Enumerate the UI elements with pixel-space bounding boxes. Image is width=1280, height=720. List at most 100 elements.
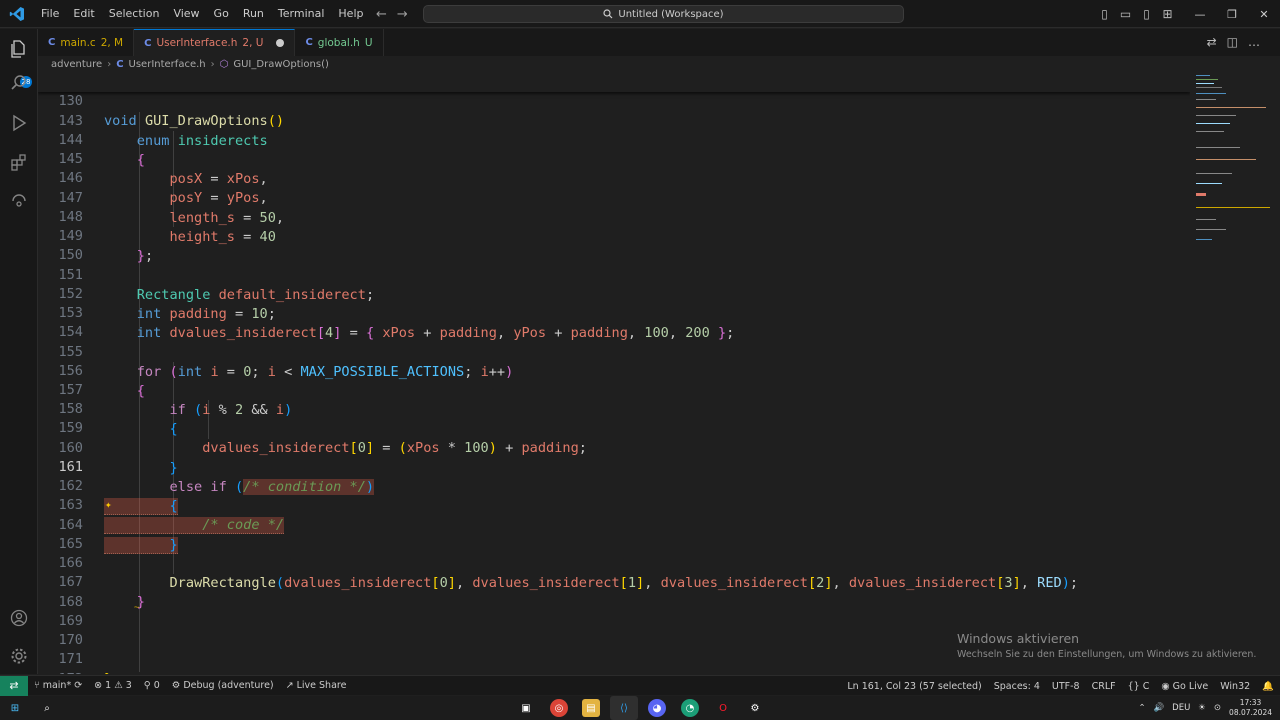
file-explorer-icon[interactable]: ▤ bbox=[582, 699, 600, 717]
code-line-150[interactable]: 150 bbox=[38, 227, 1190, 263]
code-line-151[interactable]: 151 Rectangle default_insiderect; bbox=[38, 247, 1190, 302]
menu-file[interactable]: File bbox=[34, 0, 66, 28]
windows-start-icon[interactable]: ⊞ bbox=[6, 699, 24, 717]
code-line-152[interactable]: 152 int padding = 10; bbox=[38, 266, 1190, 321]
menu-run[interactable]: Run bbox=[236, 0, 271, 28]
code-editor[interactable]: 130 void GUI_DrawOptions() 143 enum insi… bbox=[38, 73, 1190, 674]
remote-indicator-icon[interactable]: ⇄ bbox=[0, 675, 28, 696]
cursor-position[interactable]: Ln 161, Col 23 (57 selected) bbox=[841, 681, 987, 692]
code-line-164[interactable]: 164 } bbox=[38, 497, 1190, 554]
code-line-166[interactable]: 166 DrawRectangle(dvalues_insiderect[0],… bbox=[38, 535, 1190, 590]
tray-overflow-icon[interactable]: ⌃ bbox=[1138, 703, 1145, 713]
go-live-label: Go Live bbox=[1172, 680, 1209, 692]
code-line-160[interactable]: 160 } bbox=[38, 420, 1190, 475]
breadcrumb-file[interactable]: UserInterface.h bbox=[129, 59, 206, 70]
ports-indicator[interactable]: ⚲ 0 bbox=[138, 680, 166, 691]
code-line-148[interactable]: 148 height_s = 40 bbox=[38, 189, 1190, 244]
extensions-icon[interactable] bbox=[7, 150, 31, 174]
lightbulb-icon[interactable]: ✦ bbox=[105, 498, 117, 511]
run-and-debug-icon[interactable] bbox=[7, 111, 31, 135]
sync-icon[interactable]: ⟳ bbox=[74, 680, 82, 691]
source-control-branch[interactable]: ⑂ main* ⟳ bbox=[28, 680, 88, 691]
go-live[interactable]: ◉ Go Live bbox=[1155, 681, 1214, 692]
accounts-icon[interactable] bbox=[7, 606, 31, 630]
forward-arrow-icon[interactable]: → bbox=[397, 7, 408, 22]
code-line-155[interactable]: 155 for (int i = 0; i < MAX_POSSIBLE_ACT… bbox=[38, 324, 1190, 379]
search-view-icon[interactable] bbox=[7, 71, 31, 95]
command-center-search[interactable]: Untitled (Workspace) bbox=[423, 5, 904, 23]
customize-layout-icon[interactable]: ⊞ bbox=[1157, 7, 1178, 21]
code-line-162[interactable]: 162 { bbox=[38, 458, 1190, 515]
breadcrumb-folder[interactable]: adventure bbox=[51, 59, 102, 70]
code-line-146[interactable]: 146 posY = yPos, bbox=[38, 150, 1190, 205]
code-line-167[interactable]: 167 } bbox=[38, 554, 1190, 609]
vertical-scrollbar[interactable] bbox=[1270, 56, 1280, 674]
close-window-button[interactable]: ✕ bbox=[1248, 8, 1280, 21]
language-mode[interactable]: {} C bbox=[1122, 681, 1156, 692]
split-editor-icon[interactable]: ◫ bbox=[1227, 35, 1238, 49]
brightness-icon[interactable]: ☀ bbox=[1198, 703, 1206, 713]
menu-terminal[interactable]: Terminal bbox=[271, 0, 332, 28]
opera-icon[interactable]: O bbox=[714, 699, 732, 717]
code-line-168[interactable]: 168 bbox=[38, 574, 1190, 610]
chrome-icon[interactable]: ◎ bbox=[550, 699, 568, 717]
code-line-158[interactable]: 158 { bbox=[38, 381, 1190, 436]
code-line-157[interactable]: 157 if (i % 2 && i) bbox=[38, 362, 1190, 417]
end-of-line[interactable]: CRLF bbox=[1086, 681, 1122, 692]
minimize-button[interactable]: — bbox=[1184, 8, 1216, 21]
menu-edit[interactable]: Edit bbox=[66, 0, 101, 28]
file-encoding[interactable]: UTF-8 bbox=[1046, 681, 1086, 692]
discord-icon[interactable]: ◕ bbox=[648, 699, 666, 717]
remote-explorer-icon[interactable] bbox=[7, 189, 31, 213]
menu-help[interactable]: Help bbox=[331, 0, 370, 28]
unsaved-dot-icon[interactable] bbox=[276, 39, 285, 47]
code-line-156[interactable]: 156 { bbox=[38, 343, 1190, 398]
menu-selection[interactable]: Selection bbox=[102, 0, 167, 28]
settings-gear-icon[interactable] bbox=[7, 644, 31, 668]
clock[interactable]: 17:33 08.07.2024 bbox=[1229, 698, 1272, 718]
platform[interactable]: Win32 bbox=[1214, 681, 1256, 692]
sticky-scroll-line[interactable]: 130 void GUI_DrawOptions() bbox=[38, 73, 1190, 129]
code-line-154[interactable]: 154 bbox=[38, 304, 1190, 340]
code-line-165[interactable]: 165 bbox=[38, 516, 1190, 552]
steam-icon[interactable]: ⚙ bbox=[746, 699, 764, 717]
code-line-147[interactable]: 147 length_s = 50, bbox=[38, 170, 1190, 225]
toggle-panel-icon[interactable]: ▭ bbox=[1115, 7, 1136, 21]
toggle-secondary-sidebar-icon[interactable]: ▯ bbox=[1136, 7, 1157, 21]
code-line-149[interactable]: 149 }; bbox=[38, 208, 1190, 263]
explorer-icon[interactable] bbox=[7, 37, 31, 61]
tray-lang[interactable]: DEU bbox=[1172, 703, 1190, 713]
code-line-159[interactable]: 159 dvalues_insiderect[0] = (xPos * 100)… bbox=[38, 400, 1190, 455]
error-icon: ⊗ bbox=[94, 680, 103, 691]
code-line-170[interactable]: 170 bbox=[38, 612, 1190, 648]
code-line-169[interactable]: 169 bbox=[38, 593, 1190, 629]
task-view-icon[interactable]: ▣ bbox=[517, 699, 535, 717]
code-line-163[interactable]: 163 /* code */ bbox=[38, 477, 1190, 534]
back-arrow-icon[interactable]: ← bbox=[376, 7, 387, 22]
menu-go[interactable]: Go bbox=[207, 0, 236, 28]
more-actions-icon[interactable]: … bbox=[1248, 35, 1260, 49]
breadcrumb-symbol[interactable]: GUI_DrawOptions() bbox=[233, 59, 329, 70]
taskbar-search-icon[interactable]: ⌕ bbox=[38, 699, 56, 717]
vscode-taskbar-icon[interactable]: ⟨⟩ bbox=[615, 699, 633, 717]
debug-config[interactable]: ⚙ Debug (adventure) bbox=[166, 680, 280, 691]
notifications-bell-icon[interactable]: 🔔 bbox=[1256, 681, 1280, 692]
tab-userinterface-h[interactable]: C UserInterface.h 2, U bbox=[134, 29, 296, 56]
code-line-145[interactable]: 145 posX = xPos, bbox=[38, 131, 1190, 186]
menu-view[interactable]: View bbox=[166, 0, 206, 28]
problems-indicator[interactable]: ⊗ 1 ⚠ 3 bbox=[88, 680, 138, 691]
code-line-153[interactable]: 153 int dvalues_insiderect[4] = { xPos +… bbox=[38, 285, 1190, 340]
toggle-primary-sidebar-icon[interactable]: ▯ bbox=[1094, 7, 1115, 21]
maximize-button[interactable]: ❐ bbox=[1216, 8, 1248, 21]
minimap[interactable] bbox=[1190, 73, 1270, 674]
tab-main-c[interactable]: C main.c 2, M bbox=[38, 29, 135, 56]
indentation[interactable]: Spaces: 4 bbox=[988, 681, 1046, 692]
volume-icon[interactable]: 🔊 bbox=[1154, 703, 1165, 713]
network-icon[interactable]: ⊙ bbox=[1214, 703, 1221, 713]
code-line-161[interactable]: 161 else if (/* condition */) bbox=[38, 439, 1190, 495]
compare-changes-icon[interactable]: ⇄ bbox=[1207, 35, 1217, 49]
tab-global-h[interactable]: C global.h U bbox=[295, 29, 384, 56]
live-share[interactable]: ↗ Live Share bbox=[280, 680, 353, 691]
code-line-143[interactable]: 143 enum insiderects bbox=[38, 93, 1190, 148]
edge-icon[interactable]: ◔ bbox=[681, 699, 699, 717]
